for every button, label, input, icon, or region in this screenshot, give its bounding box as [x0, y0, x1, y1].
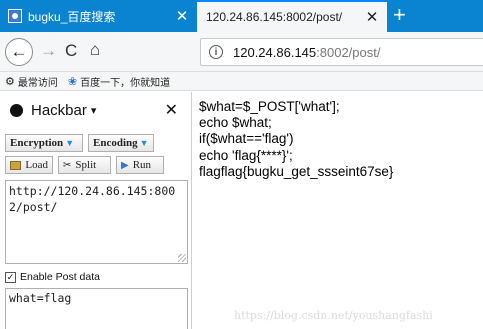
enable-post-checkbox[interactable]: ✓ — [5, 271, 16, 283]
new-tab-button[interactable]: + — [393, 2, 406, 28]
split-icon: ✂ — [63, 159, 72, 171]
code-line: if($what=='flag') — [199, 131, 294, 147]
navigation-bar: ← → C ⌂ i 120.24.86.145:8002/post/ — [0, 32, 483, 72]
url-host: 120.24.86.145 — [233, 44, 317, 60]
bookmark-label: 最常访问 — [17, 77, 58, 89]
hackbar-logo-icon — [10, 103, 23, 117]
home-button[interactable]: ⌂ — [90, 40, 100, 60]
hackbar-toolbar: Encryption ▼ Encoding ▼ Load ✂ Split ▶ R… — [5, 134, 187, 178]
info-icon[interactable]: i — [209, 45, 223, 59]
encryption-label: Encryption — [10, 137, 64, 149]
post-data-textarea[interactable]: what=flag — [5, 288, 188, 329]
bookmark-baidu[interactable]: ❀ 百度一下，你就知道 — [68, 74, 170, 89]
code-line: $what=$_POST['what']; — [199, 99, 340, 114]
tab-title: bugku_百度搜索 — [28, 9, 116, 24]
code-line: echo $what; — [199, 115, 272, 131]
baidu-favicon-icon — [8, 9, 22, 23]
enable-post-row: ✓ Enable Post data — [5, 270, 100, 284]
url-bar[interactable]: i 120.24.86.145:8002/post/ — [200, 38, 483, 66]
run-button[interactable]: ▶ Run — [116, 156, 164, 174]
bookmarks-bar: ⚙ 最常访问 ❀ 百度一下，你就知道 — [0, 72, 483, 91]
forward-button[interactable]: → — [40, 41, 57, 61]
load-icon — [10, 160, 22, 170]
url-path: :8002/post/ — [316, 44, 381, 60]
gear-icon: ⚙ — [5, 75, 15, 88]
encoding-label: Encoding — [93, 137, 138, 149]
bookmark-most-visited[interactable]: ⚙ 最常访问 — [5, 74, 58, 89]
reload-button[interactable]: C — [65, 41, 77, 61]
load-button[interactable]: Load — [5, 156, 53, 174]
tab-post-page[interactable]: 120.24.86.145:8002/post/ ✕ — [197, 0, 387, 32]
close-tab-icon[interactable]: ✕ — [363, 8, 381, 26]
chevron-down-icon[interactable]: ▾ — [91, 104, 97, 117]
watermark: https://blog.csdn.net/youshangfashi — [234, 309, 433, 322]
run-label: Run — [132, 159, 152, 171]
flag-output: flagflag{bugku_get_ssseint67se} — [199, 163, 394, 179]
hackbar-panel: Hackbar ▾ ✕ Encryption ▼ Encoding ▼ Load… — [0, 92, 192, 329]
url-textarea[interactable]: http://120.24.86.145:8002/post/ — [5, 180, 188, 264]
back-button[interactable]: ← — [5, 38, 33, 66]
encoding-dropdown[interactable]: Encoding ▼ — [88, 134, 154, 152]
hackbar-header: Hackbar ▾ ✕ — [0, 92, 191, 128]
run-icon: ▶ — [121, 159, 129, 171]
close-icon[interactable]: ✕ — [165, 100, 178, 120]
triangle-down-icon: ▼ — [65, 138, 75, 148]
bookmark-label: 百度一下，你就知道 — [80, 77, 171, 89]
paw-icon: ❀ — [67, 75, 78, 88]
close-tab-icon[interactable]: ✕ — [173, 7, 191, 25]
triangle-down-icon: ▼ — [139, 138, 149, 148]
split-button[interactable]: ✂ Split — [58, 156, 111, 174]
code-line: echo 'flag{****}'; — [199, 147, 293, 163]
enable-post-label[interactable]: Enable Post data — [20, 271, 100, 283]
page-content: $what=$_POST['what']; echo $what; if($wh… — [199, 99, 483, 180]
load-label: Load — [25, 159, 48, 171]
encryption-dropdown[interactable]: Encryption ▼ — [5, 134, 83, 152]
split-label: Split — [75, 159, 97, 171]
tab-strip: bugku_百度搜索 ✕ 120.24.86.145:8002/post/ ✕ … — [0, 0, 483, 32]
tab-bugku-search[interactable]: bugku_百度搜索 ✕ — [0, 0, 197, 32]
hackbar-title[interactable]: Hackbar — [31, 102, 87, 119]
tab-title: 120.24.86.145:8002/post/ — [206, 10, 343, 24]
